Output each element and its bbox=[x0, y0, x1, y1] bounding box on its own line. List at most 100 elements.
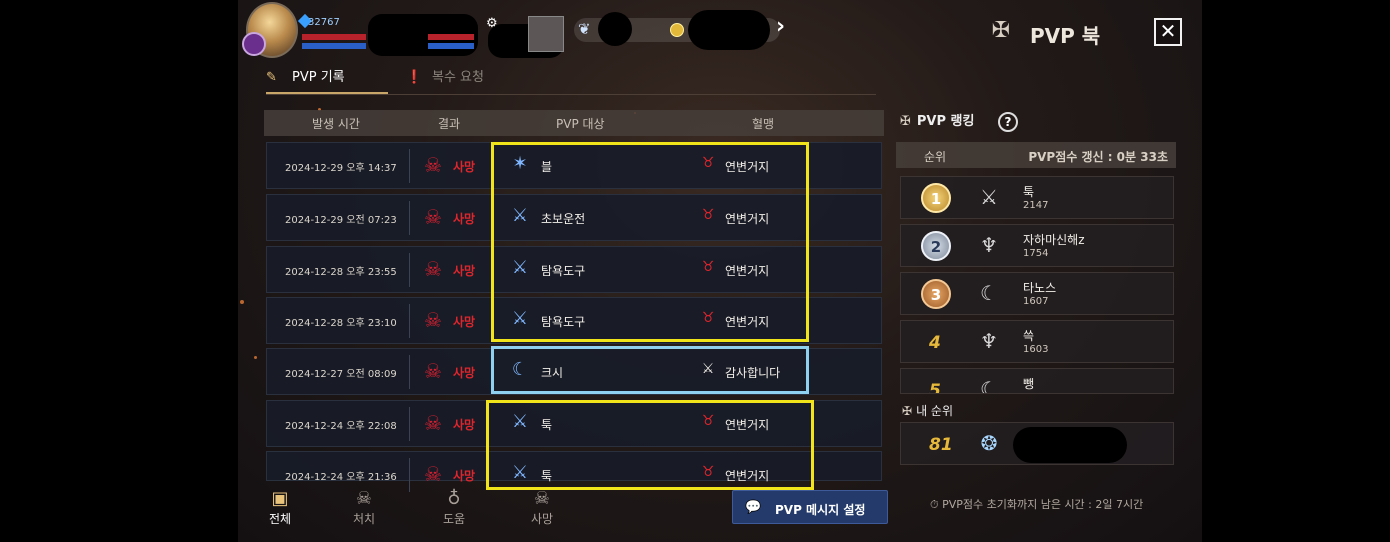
sword-class-icon: ⚔ bbox=[980, 185, 998, 209]
col-time: 발생 시간 bbox=[312, 117, 360, 131]
row-result: 사망 bbox=[453, 366, 476, 380]
row-time: 2024-12-29 오후 14:37 bbox=[285, 163, 397, 174]
rank-medal-icon: 3 bbox=[921, 279, 951, 309]
tab-divider bbox=[266, 94, 876, 95]
book-icon: ▣ bbox=[271, 488, 289, 509]
rank-medal-icon: 1 bbox=[921, 183, 951, 213]
ranking-name: 쓱 bbox=[1023, 329, 1035, 343]
row-divider bbox=[409, 407, 410, 441]
row-time: 2024-12-28 오후 23:55 bbox=[285, 267, 397, 278]
bottom-tab-death[interactable]: ☠ 사망 bbox=[512, 488, 572, 527]
ranking-row[interactable]: 5 ☾ 뺑1595 bbox=[900, 368, 1174, 394]
col-result: 결과 bbox=[438, 117, 461, 131]
ranking-emblem-icon: ✠ bbox=[902, 404, 913, 418]
row-result: 사망 bbox=[453, 212, 476, 226]
ranking-name: 툭 bbox=[1023, 185, 1035, 199]
row-time: 2024-12-24 오후 21:36 bbox=[285, 472, 397, 483]
skull-icon: ☠ bbox=[424, 205, 442, 229]
highlight-box-yellow bbox=[491, 142, 809, 342]
game-window: 32767 ⚙ ❦ › ✠ PVP 북 ✕ ✎ PVP 기록 ❗ 복수 요청 발생 … bbox=[238, 0, 1202, 542]
tab-revenge-request[interactable]: ❗ 복수 요청 bbox=[406, 66, 526, 94]
scythe-class-icon: ☾ bbox=[980, 377, 998, 394]
my-rank-number: 81 bbox=[929, 435, 953, 455]
speech-bubble-icon: 💬 bbox=[745, 500, 762, 515]
mp-bar-secondary bbox=[428, 43, 474, 49]
ranking-score: 1754 bbox=[1023, 248, 1049, 259]
row-divider bbox=[409, 304, 410, 338]
table-header: 발생 시간 결과 PVP 대상 혈맹 bbox=[264, 110, 884, 136]
item-slot[interactable] bbox=[528, 16, 564, 52]
col-target: PVP 대상 bbox=[556, 117, 605, 131]
ranking-row[interactable]: 3 ☾ 타노스 1607 bbox=[900, 272, 1174, 315]
skull-icon: ☠ bbox=[424, 257, 442, 281]
helper-icon: ♁ bbox=[447, 488, 461, 509]
clock-icon: ⏱ bbox=[930, 498, 943, 511]
row-time: 2024-12-29 오전 07:23 bbox=[285, 215, 397, 226]
ranking-name: 뺑 bbox=[1023, 377, 1035, 391]
row-time: 2024-12-27 오전 08:09 bbox=[285, 369, 397, 380]
hp-bar bbox=[302, 34, 366, 40]
mp-bar bbox=[302, 43, 366, 49]
chevron-right-icon[interactable]: › bbox=[776, 14, 785, 39]
skull-icon: ☠ bbox=[355, 488, 373, 509]
rank-medal-icon: 2 bbox=[921, 231, 951, 261]
row-divider bbox=[409, 149, 410, 183]
skull-icon: ☠ bbox=[424, 308, 442, 332]
trident-class-icon: ♆ bbox=[980, 329, 998, 353]
skull-icon: ☠ bbox=[424, 153, 442, 177]
bottom-tab-assist[interactable]: ♁ 도움 bbox=[424, 488, 484, 527]
ranking-score: 1595 bbox=[1023, 392, 1048, 393]
trident-class-icon: ♆ bbox=[980, 233, 998, 257]
gem-count: 32767 bbox=[308, 17, 340, 28]
ranking-title: ✠ PVP 랭킹 bbox=[900, 114, 975, 129]
redacted-coin bbox=[688, 10, 770, 50]
hp-bar-secondary bbox=[428, 34, 474, 40]
redacted-currency bbox=[598, 12, 632, 46]
ranking-emblem-icon: ✠ bbox=[900, 114, 911, 129]
feather-icon: ✎ bbox=[266, 70, 277, 85]
row-divider bbox=[409, 253, 410, 287]
skull-icon: ☠ bbox=[424, 359, 442, 383]
rank-number: 4 bbox=[929, 333, 941, 353]
row-time: 2024-12-28 오후 23:10 bbox=[285, 318, 397, 329]
scythe-class-icon: ☾ bbox=[980, 281, 998, 305]
tab-pvp-record[interactable]: ✎ PVP 기록 bbox=[266, 66, 388, 94]
close-button[interactable]: ✕ bbox=[1154, 18, 1182, 46]
row-result: 사망 bbox=[453, 160, 476, 174]
row-divider bbox=[409, 458, 410, 492]
row-time: 2024-12-24 오후 22:08 bbox=[285, 421, 397, 432]
right-letterbox bbox=[1202, 0, 1390, 542]
level-badge bbox=[242, 32, 266, 56]
reset-timer: ⏱ PVP점수 초기화까지 남은 시간 : 2일 7시간 bbox=[930, 498, 1144, 511]
bottom-tab-kill[interactable]: ☠ 처치 bbox=[334, 488, 394, 527]
ranking-score: 1607 bbox=[1023, 296, 1049, 307]
skull-icon: ☠ bbox=[424, 462, 442, 486]
my-rank-row[interactable]: 81 ❂ bbox=[900, 422, 1174, 465]
my-rank-label: ✠ 내 순위 bbox=[902, 404, 953, 418]
ranking-row[interactable]: 1 ⚔ 툭 2147 bbox=[900, 176, 1174, 219]
row-result: 사망 bbox=[453, 264, 476, 278]
rank-number: 5 bbox=[929, 381, 941, 394]
ranking-row[interactable]: 4 ♆ 쓱 1603 bbox=[900, 320, 1174, 363]
page-title: PVP 북 bbox=[1030, 24, 1101, 48]
redacted-my-name bbox=[1013, 427, 1127, 463]
wing-icon: ❦ bbox=[578, 20, 591, 38]
gear-icon[interactable]: ⚙ bbox=[486, 16, 498, 31]
coin-icon bbox=[670, 23, 684, 37]
revenge-icon: ❗ bbox=[406, 70, 423, 85]
left-letterbox bbox=[0, 0, 238, 542]
row-result: 사망 bbox=[453, 315, 476, 329]
ranking-score: 1603 bbox=[1023, 344, 1049, 355]
col-clan: 혈맹 bbox=[752, 117, 775, 131]
class-icon: ❂ bbox=[980, 431, 998, 455]
ranking-row[interactable]: 2 ♆ 자하마신해z 1754 bbox=[900, 224, 1174, 267]
row-result: 사망 bbox=[453, 469, 476, 483]
row-divider bbox=[409, 355, 410, 389]
row-result: 사망 bbox=[453, 418, 476, 432]
ranking-score: 2147 bbox=[1023, 200, 1049, 211]
pvp-message-settings-button[interactable]: 💬 PVP 메시지 설정 bbox=[732, 490, 888, 524]
help-icon[interactable]: ? bbox=[998, 112, 1018, 132]
ranking-subheader: 순위 PVP점수 갱신 : 0분 33초 bbox=[896, 142, 1176, 168]
ranking-name: 자하마신해z bbox=[1023, 233, 1085, 247]
bottom-tab-all[interactable]: ▣ 전체 bbox=[250, 488, 310, 527]
